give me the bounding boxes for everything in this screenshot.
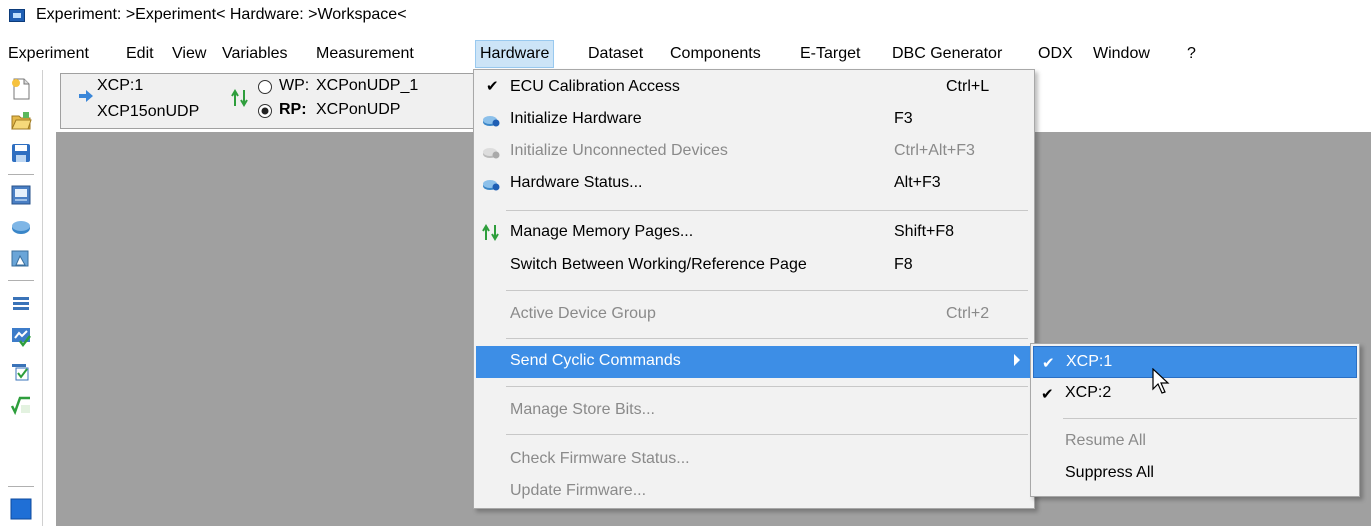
menu-e-target[interactable]: E-Target (800, 40, 860, 68)
recorder-config-icon[interactable] (10, 360, 32, 382)
menu-item-initialize-unconnected-devices[interactable]: Initialize Unconnected Devices Ctrl+Alt+… (476, 136, 1032, 168)
device-panel[interactable]: XCP:1 XCP15onUDP WP: XCPonUDP_1 RP: XCPo… (60, 73, 474, 129)
menu-separator (506, 210, 1028, 211)
workspace-icon[interactable] (10, 248, 32, 270)
checkmark-icon: ✔ (486, 78, 499, 95)
menu-item-label: Send Cyclic Commands (510, 352, 681, 369)
menu-window[interactable]: Window (1093, 40, 1150, 68)
menu-help[interactable]: ? (1187, 40, 1196, 68)
menu-odx[interactable]: ODX (1038, 40, 1073, 68)
left-toolbar (0, 70, 43, 526)
menu-item-label: Manage Store Bits... (510, 401, 655, 418)
save-icon[interactable] (10, 142, 32, 164)
submenu-item-suppress-all[interactable]: Suppress All (1033, 458, 1357, 490)
menu-item-shortcut: Alt+F3 (894, 174, 941, 191)
window-icon[interactable] (10, 498, 32, 520)
submenu-item-label: Suppress All (1065, 464, 1154, 481)
toolbar-separator (8, 174, 34, 175)
submenu-item-label: XCP:1 (1066, 353, 1113, 370)
hardware-init-icon (483, 116, 500, 127)
cyclic-commands-submenu: ✔ XCP:1 ✔ XCP:2 Resume All Suppress All (1030, 343, 1360, 497)
title-bar: Experiment: >Experiment< Hardware: >Work… (0, 0, 1371, 32)
wp-label: WP: (279, 77, 310, 94)
submenu-arrow-icon (1014, 354, 1020, 366)
menu-item-hardware-status[interactable]: Hardware Status... Alt+F3 (476, 168, 1032, 200)
rp-label: RP: (279, 101, 307, 118)
menu-item-manage-memory-pages[interactable]: Manage Memory Pages... Shift+F8 (476, 217, 1032, 249)
menu-item-check-firmware-status[interactable]: Check Firmware Status... (476, 444, 1032, 476)
submenu-item-xcp-2[interactable]: ✔ XCP:2 (1033, 378, 1357, 410)
menu-item-ecu-calibration-access[interactable]: ✔ ECU Calibration Access Ctrl+L (476, 72, 1032, 104)
hardware-config-icon[interactable] (10, 184, 32, 206)
open-folder-icon[interactable] (10, 110, 32, 132)
device-icon[interactable] (10, 216, 32, 238)
menu-item-switch-working-reference-page[interactable]: Switch Between Working/Reference Page F8 (476, 250, 1032, 282)
app-icon (9, 9, 25, 22)
menu-item-shortcut: Ctrl+Alt+F3 (894, 142, 975, 159)
memory-pages-icon (482, 224, 499, 241)
menu-separator (506, 290, 1028, 291)
menu-item-label: Hardware Status... (510, 174, 643, 191)
checkmark-icon: ✔ (1041, 386, 1054, 403)
toolbar-separator (8, 280, 34, 281)
menu-item-label: Update Firmware... (510, 482, 647, 499)
menu-item-shortcut: F8 (894, 256, 913, 273)
wp-value: XCPonUDP_1 (316, 77, 419, 94)
hardware-unconnected-icon (483, 148, 500, 159)
device-protocol: XCP15onUDP (97, 103, 200, 120)
menu-item-label: Manage Memory Pages... (510, 223, 694, 240)
submenu-item-label: XCP:2 (1065, 384, 1112, 401)
toolbar-separator (8, 486, 34, 487)
menu-item-label: Active Device Group (510, 305, 656, 322)
menu-separator (506, 386, 1028, 387)
menu-item-shortcut: Ctrl+L (946, 78, 990, 95)
variable-list-icon[interactable] (10, 292, 32, 314)
window-title: Experiment: >Experiment< Hardware: >Work… (36, 6, 407, 23)
menu-item-label: Initialize Unconnected Devices (510, 142, 728, 159)
menu-dbc-generator[interactable]: DBC Generator (892, 40, 1002, 68)
menu-item-manage-store-bits[interactable]: Manage Store Bits... (476, 395, 1032, 427)
arrow-right-icon (79, 90, 93, 102)
menu-experiment[interactable]: Experiment (8, 40, 89, 68)
rp-value: XCPonUDP (316, 101, 401, 118)
device-name: XCP:1 (97, 77, 144, 94)
memory-page-switch-icon[interactable] (231, 89, 249, 107)
menu-item-shortcut: F3 (894, 110, 913, 127)
menu-item-label: Check Firmware Status... (510, 450, 690, 467)
menu-item-send-cyclic-commands[interactable]: Send Cyclic Commands (476, 346, 1032, 378)
menu-item-shortcut: Shift+F8 (894, 223, 955, 240)
menu-item-update-firmware[interactable]: Update Firmware... (476, 476, 1032, 508)
menu-variables[interactable]: Variables (222, 40, 288, 68)
hardware-status-icon (483, 180, 500, 191)
checkmark-icon: ✔ (1042, 355, 1055, 372)
menu-edit[interactable]: Edit (126, 40, 154, 68)
menu-components[interactable]: Components (670, 40, 761, 68)
menu-item-initialize-hardware[interactable]: Initialize Hardware F3 (476, 104, 1032, 136)
formula-icon[interactable] (10, 394, 32, 416)
submenu-item-xcp-1[interactable]: ✔ XCP:1 (1033, 346, 1357, 378)
menu-separator (506, 434, 1028, 435)
menu-item-label: Switch Between Working/Reference Page (510, 256, 807, 273)
new-document-icon[interactable] (10, 78, 32, 100)
menu-measurement[interactable]: Measurement (316, 40, 414, 68)
menu-item-label: ECU Calibration Access (510, 78, 680, 95)
hardware-menu: ✔ ECU Calibration Access Ctrl+L Initiali… (473, 69, 1035, 509)
menu-bar: Experiment Edit View Variables Measureme… (0, 40, 1371, 68)
menu-item-active-device-group[interactable]: Active Device Group Ctrl+2 (476, 299, 1032, 331)
menu-item-label: Initialize Hardware (510, 110, 642, 127)
menu-separator (1063, 418, 1357, 419)
menu-dataset[interactable]: Dataset (588, 40, 643, 68)
mouse-cursor-icon (1152, 368, 1170, 394)
menu-hardware[interactable]: Hardware (475, 40, 555, 68)
menu-separator (506, 338, 1028, 339)
rp-radio-button[interactable] (257, 103, 273, 119)
wp-radio-button[interactable] (257, 79, 273, 95)
menu-view[interactable]: View (172, 40, 206, 68)
submenu-item-resume-all[interactable]: Resume All (1033, 426, 1357, 458)
menu-item-shortcut: Ctrl+2 (946, 305, 990, 322)
measure-config-icon[interactable] (10, 326, 32, 348)
submenu-item-label: Resume All (1065, 432, 1146, 449)
